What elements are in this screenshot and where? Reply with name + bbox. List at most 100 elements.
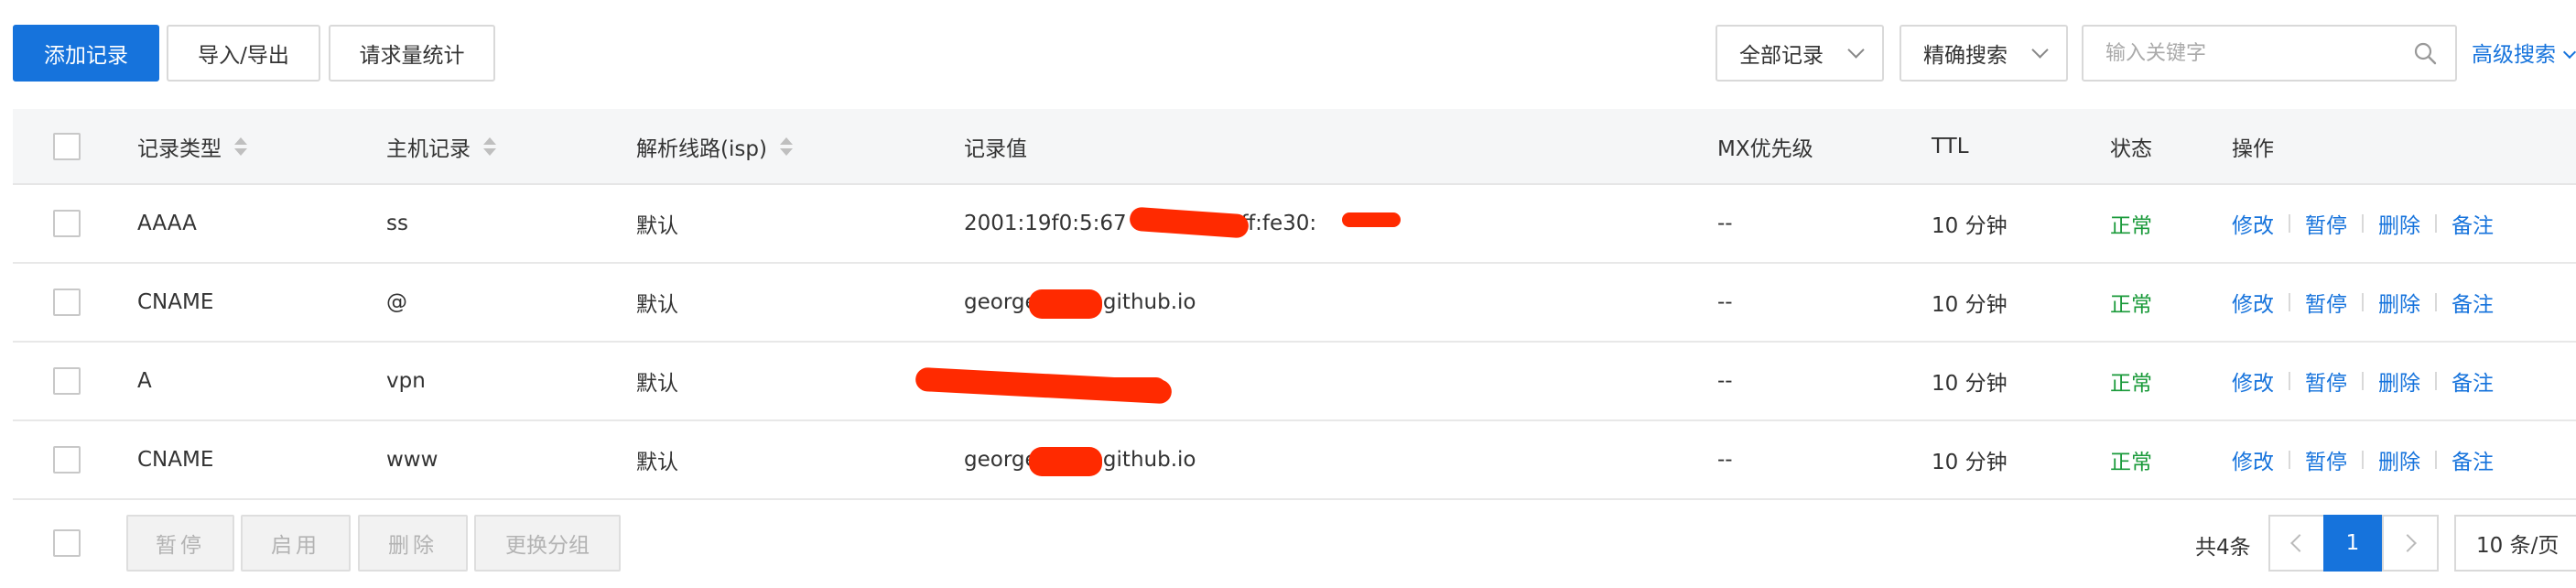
next-page-button[interactable] (2382, 515, 2439, 572)
mx-priority: -- (1717, 448, 1733, 472)
row-checkbox[interactable] (53, 446, 81, 474)
ttl: 10 分钟 (1932, 451, 2008, 474)
footer-select-cell (53, 529, 81, 557)
search-mode-label: 精确搜索 (1923, 44, 2008, 68)
host-record: www (386, 448, 438, 472)
row-checkbox[interactable] (53, 289, 81, 316)
column-label: 解析线路(isp) (636, 136, 767, 161)
toolbar: 添加记录 导入/导出 请求量统计 全部记录 精确搜索 高级搜索 (0, 0, 2576, 110)
divider (2435, 372, 2437, 390)
bulk-enable-button[interactable]: 启用 (241, 515, 351, 572)
note-link[interactable]: 备注 (2452, 365, 2494, 397)
request-stats-button[interactable]: 请求量统计 (329, 25, 495, 82)
page-size-select[interactable]: 10 条/页 (2454, 515, 2576, 572)
redaction-mark (1029, 289, 1102, 319)
pause-link[interactable]: 暂停 (2305, 287, 2347, 318)
add-record-button[interactable]: 添加记录 (13, 25, 159, 82)
row-checkbox[interactable] (53, 367, 81, 395)
row-checkbox[interactable] (53, 210, 81, 237)
table-header: 记录类型 主机记录 解析线路(isp) 记录值 MX优先级 TTL 状态 操作 (13, 109, 2576, 185)
sort-icon[interactable] (779, 136, 793, 156)
row-actions: 修改 暂停 删除 备注 (2232, 343, 2494, 419)
ttl: 10 分钟 (1932, 293, 2008, 317)
divider (2435, 214, 2437, 233)
chevron-left-icon (2290, 534, 2309, 552)
record-value-prefix: george (964, 448, 1038, 472)
divider (2435, 451, 2437, 469)
table-row: CNAME @ 默认 george .github.io -- 10 分钟 正常… (13, 264, 2576, 343)
pause-link[interactable]: 暂停 (2305, 365, 2347, 397)
divider (2289, 293, 2290, 311)
chevron-down-icon (2031, 41, 2049, 59)
edit-link[interactable]: 修改 (2232, 365, 2274, 397)
advanced-search-label: 高级搜索 (2472, 43, 2556, 67)
delete-link[interactable]: 删除 (2378, 287, 2420, 318)
record-value-suffix: .github.io (1096, 290, 1196, 314)
edit-link[interactable]: 修改 (2232, 287, 2274, 318)
change-group-button[interactable]: 更换分组 (474, 515, 621, 572)
chevron-down-icon (2562, 45, 2576, 60)
column-header-ttl: TTL (1932, 134, 1969, 158)
mx-priority: -- (1717, 369, 1733, 393)
record-filter-dropdown[interactable]: 全部记录 (1716, 25, 1884, 82)
pause-link[interactable]: 暂停 (2305, 444, 2347, 475)
search-mode-dropdown[interactable]: 精确搜索 (1900, 25, 2068, 82)
dns-records-table: 记录类型 主机记录 解析线路(isp) 记录值 MX优先级 TTL 状态 操作 … (13, 109, 2576, 500)
record-type: AAAA (137, 212, 197, 235)
table-row: AAAA ss 默认 2001:19f0:5:67 2ff:fe30: -- 1… (13, 185, 2576, 264)
column-header-type[interactable]: 记录类型 (137, 109, 247, 183)
record-value-prefix: 2001:19f0:5:67 (964, 212, 1127, 235)
delete-link[interactable]: 删除 (2378, 444, 2420, 475)
divider (2289, 372, 2290, 390)
select-all-cell (53, 109, 81, 183)
column-header-line[interactable]: 解析线路(isp) (636, 109, 793, 183)
column-header-host[interactable]: 主机记录 (386, 109, 496, 183)
host-record: ss (386, 212, 408, 235)
table-row: CNAME www 默认 george .github.io -- 10 分钟 … (13, 421, 2576, 500)
divider (2362, 372, 2364, 390)
divider (2289, 214, 2290, 233)
status-text: 正常 (2110, 451, 2152, 474)
edit-link[interactable]: 修改 (2232, 208, 2274, 239)
bulk-pause-button[interactable]: 暂停 (126, 515, 234, 572)
row-actions: 修改 暂停 删除 备注 (2232, 421, 2494, 498)
edit-link[interactable]: 修改 (2232, 444, 2274, 475)
pause-link[interactable]: 暂停 (2305, 208, 2347, 239)
column-label: 主机记录 (386, 136, 471, 161)
divider (2289, 451, 2290, 469)
sort-icon[interactable] (483, 136, 496, 156)
footer-select-all-checkbox[interactable] (53, 529, 81, 557)
record-value-prefix: george (964, 290, 1038, 314)
mx-priority: -- (1717, 290, 1733, 314)
record-type: CNAME (137, 290, 214, 314)
search-icon[interactable] (2413, 41, 2437, 65)
note-link[interactable]: 备注 (2452, 287, 2494, 318)
resolve-line: 默认 (636, 214, 678, 238)
host-record: @ (386, 290, 407, 314)
bulk-delete-button[interactable]: 删除 (358, 515, 468, 572)
column-label: 记录类型 (137, 136, 222, 161)
resolve-line: 默认 (636, 451, 678, 474)
sort-icon[interactable] (234, 136, 247, 156)
column-header-status: 状态 (2110, 136, 2152, 161)
note-link[interactable]: 备注 (2452, 208, 2494, 239)
delete-link[interactable]: 删除 (2378, 365, 2420, 397)
mx-priority: -- (1717, 212, 1733, 235)
status-text: 正常 (2110, 214, 2152, 238)
note-link[interactable]: 备注 (2452, 444, 2494, 475)
table-row: A vpn 默认 -- 10 分钟 正常 修改 暂停 删除 备注 (13, 343, 2576, 421)
column-header-actions: 操作 (2232, 136, 2274, 161)
prev-page-button[interactable] (2268, 515, 2325, 572)
page-button-1[interactable]: 1 (2323, 515, 2382, 572)
divider (2362, 293, 2364, 311)
select-all-checkbox[interactable] (53, 132, 81, 160)
advanced-search-link[interactable]: 高级搜索 (2472, 37, 2576, 68)
import-export-button[interactable]: 导入/导出 (167, 25, 320, 82)
delete-link[interactable]: 删除 (2378, 208, 2420, 239)
search-box (2082, 25, 2457, 82)
search-input[interactable] (2105, 41, 2413, 65)
divider (2435, 293, 2437, 311)
row-actions: 修改 暂停 删除 备注 (2232, 185, 2494, 262)
status-text: 正常 (2110, 372, 2152, 396)
record-type: CNAME (137, 448, 214, 472)
